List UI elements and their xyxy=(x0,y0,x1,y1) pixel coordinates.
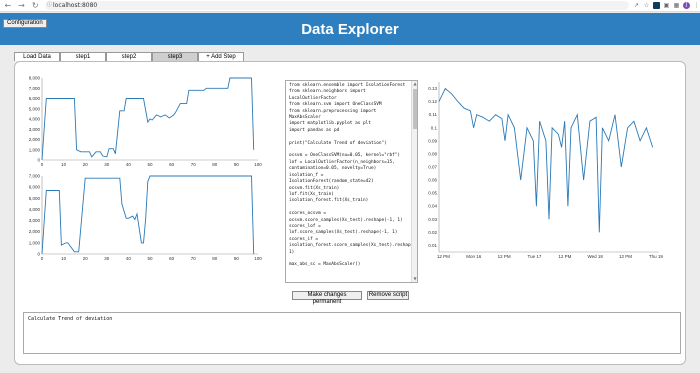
script-text: from sklearn.ensemble import IsolationFo… xyxy=(289,83,418,268)
x-tick-label: Wed 18 xyxy=(587,254,603,259)
y-tick-label: 7,000 xyxy=(29,86,41,91)
scroll-down-icon[interactable]: ▼ xyxy=(412,276,417,282)
x-tick-label: 80 xyxy=(212,256,218,261)
y-tick-label: 5,000 xyxy=(29,106,41,111)
x-tick-label: 10 xyxy=(61,256,67,261)
series-line xyxy=(438,87,654,233)
x-tick-label: 0 xyxy=(41,162,44,167)
x-tick-label: 80 xyxy=(212,162,218,167)
x-tick-label: 90 xyxy=(234,256,240,261)
tab-0[interactable]: Load Data xyxy=(14,52,60,61)
info-icon[interactable]: ⓘ xyxy=(47,1,52,10)
x-tick-label: 10 xyxy=(61,162,67,167)
y-tick-label: 0.02 xyxy=(428,230,437,235)
editor-scrollbar[interactable]: ▲ ▼ xyxy=(411,81,417,282)
tab-1[interactable]: step1 xyxy=(60,52,106,61)
x-tick-label: Thu 19 xyxy=(649,254,664,259)
address-bar[interactable]: ⓘ localhost:8080 xyxy=(45,1,629,10)
tab-4[interactable]: + Add Step xyxy=(198,52,244,61)
y-tick-label: 0.05 xyxy=(428,191,437,196)
notes-textarea[interactable]: Calculate Trend of deviation xyxy=(23,312,681,354)
extension-icon[interactable] xyxy=(652,2,660,9)
x-tick-label: 40 xyxy=(126,162,132,167)
y-tick-label: 0.03 xyxy=(428,217,437,222)
y-tick-label: 0.13 xyxy=(428,86,437,91)
y-tick-label: 0.04 xyxy=(428,204,437,209)
menu-icon[interactable]: ⋮ xyxy=(693,2,700,9)
y-tick-label: 4,000 xyxy=(29,117,41,122)
make-permanent-button[interactable]: Make changes permanent xyxy=(292,291,362,305)
y-tick-label: 2,000 xyxy=(29,229,41,234)
share-icon[interactable]: ↗ xyxy=(633,2,640,9)
x-tick-label: 90 xyxy=(234,162,240,167)
x-tick-label: 12 PM xyxy=(619,254,632,259)
y-tick-label: 5,000 xyxy=(29,196,41,201)
back-arrow-icon[interactable]: ← xyxy=(2,0,14,12)
tab-2[interactable]: step2 xyxy=(106,52,152,61)
y-tick-label: 3,000 xyxy=(29,127,41,132)
scroll-thumb[interactable] xyxy=(413,89,417,129)
app-header: Data Explorer xyxy=(0,13,700,45)
x-tick-label: 20 xyxy=(83,162,89,167)
x-tick-label: 60 xyxy=(169,256,175,261)
x-tick-label: 12 PM xyxy=(498,254,511,259)
y-tick-label: 6,000 xyxy=(29,185,41,190)
x-tick-label: Mon 16 xyxy=(466,254,482,259)
sidebar-icon[interactable]: ▦ xyxy=(673,2,680,9)
x-tick-label: 30 xyxy=(104,256,110,261)
x-tick-label: Tue 17 xyxy=(528,254,542,259)
y-tick-label: 2,000 xyxy=(29,137,41,142)
series-line xyxy=(41,175,255,255)
x-tick-label: 100 xyxy=(254,162,262,167)
y-tick-label: 0.11 xyxy=(429,112,438,117)
y-tick-label: 0.01 xyxy=(428,243,437,248)
x-tick-label: 20 xyxy=(83,256,89,261)
x-tick-label: 30 xyxy=(104,162,110,167)
x-tick-label: 0 xyxy=(41,256,44,261)
y-tick-label: 4,000 xyxy=(29,207,41,212)
step-tabs: Load Data step1 step2 step3 + Add Step xyxy=(14,52,244,61)
puzzle-icon[interactable]: ▣ xyxy=(663,2,670,9)
x-tick-label: 70 xyxy=(191,162,197,167)
y-tick-label: 0.12 xyxy=(428,99,437,104)
y-tick-label: 8,000 xyxy=(29,76,41,81)
x-tick-label: 60 xyxy=(169,162,175,167)
configuration-button[interactable]: Configuration xyxy=(3,19,47,28)
y-tick-label: 0.09 xyxy=(428,138,437,143)
chart-bottom-left: 01,0002,0003,0004,0005,0006,0007,0000 10 2… xyxy=(29,174,263,262)
remove-script-button[interactable]: Remove script xyxy=(367,291,409,300)
y-tick-label: 7,000 xyxy=(29,174,41,179)
y-tick-label: 0.08 xyxy=(428,151,437,156)
x-tick-label: 50 xyxy=(147,162,153,167)
x-tick-label: 40 xyxy=(126,256,132,261)
y-tick-label: 3,000 xyxy=(29,218,41,223)
x-tick-label: 12 PM xyxy=(437,254,450,259)
scroll-up-icon[interactable]: ▲ xyxy=(412,81,417,87)
star-icon[interactable]: ☆ xyxy=(643,2,650,9)
reload-icon[interactable]: ↻ xyxy=(29,0,41,12)
page-title: Data Explorer xyxy=(301,21,399,38)
y-tick-label: 1,000 xyxy=(29,240,41,245)
x-tick-label: 50 xyxy=(147,256,153,261)
profile-avatar[interactable]: J xyxy=(682,2,690,9)
series-line xyxy=(41,77,255,161)
y-tick-label: 0.06 xyxy=(428,178,437,183)
x-tick-label: 70 xyxy=(191,256,197,261)
chart-right: 0.01 0.02 0.03 0.04 0.05 0.06 0.07 0.08 0.09 0.1 0… xyxy=(428,82,664,259)
chart-top-left: 0 1,000 2,000 3,000 4,000 5,000 6,000 7,000 8,00… xyxy=(29,76,263,168)
script-editor[interactable]: from sklearn.ensemble import IsolationFo… xyxy=(285,80,418,283)
forward-arrow-icon[interactable]: → xyxy=(16,0,28,12)
tab-3[interactable]: step3 xyxy=(152,52,198,61)
y-tick-label: 0.07 xyxy=(428,165,437,170)
y-tick-label: 6,000 xyxy=(29,96,41,101)
y-tick-label: 1,000 xyxy=(29,147,41,152)
x-tick-label: 100 xyxy=(254,256,262,261)
y-tick-label: 0.1 xyxy=(431,125,438,130)
browser-toolbar: ← → ↻ ⓘ localhost:8080 ↗ ☆ ▣ ▦ J ⋮ xyxy=(0,0,700,12)
url-text: localhost:8080 xyxy=(53,2,98,9)
x-tick-label: 12 PM xyxy=(558,254,571,259)
